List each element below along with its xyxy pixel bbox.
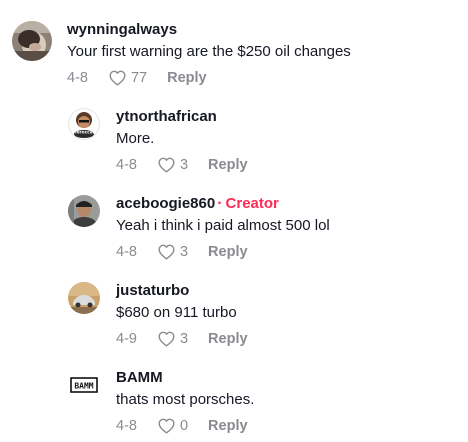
comment-meta: 4-8 77 Reply bbox=[67, 69, 351, 86]
comment-meta: 4-9 3 Reply bbox=[116, 330, 248, 347]
username[interactable]: wynningalways bbox=[67, 21, 177, 38]
comment-text: $680 on 911 turbo bbox=[116, 304, 237, 321]
heart-icon bbox=[158, 157, 175, 173]
like-button[interactable]: 3 bbox=[157, 243, 188, 260]
user-avatar[interactable] bbox=[68, 282, 100, 314]
user-avatar[interactable]: Moroccan bbox=[68, 108, 100, 140]
reply-button[interactable]: Reply bbox=[167, 70, 207, 86]
user-avatar[interactable] bbox=[12, 21, 52, 61]
heart-icon bbox=[158, 331, 175, 347]
username-row: justaturbo bbox=[116, 281, 248, 300]
comment-text: More. bbox=[116, 130, 155, 147]
username[interactable]: ytnorthafrican bbox=[116, 108, 217, 125]
avatar-logo-text: BAMM bbox=[74, 382, 93, 391]
like-count: 77 bbox=[130, 69, 148, 86]
username[interactable]: aceboogie860 bbox=[116, 195, 215, 212]
comment-text: Your first warning are the $250 oil chan… bbox=[67, 43, 351, 60]
username[interactable]: BAMM bbox=[116, 369, 163, 386]
like-button[interactable]: 77 bbox=[108, 69, 147, 86]
heart-icon bbox=[158, 418, 175, 434]
reply-button[interactable]: Reply bbox=[208, 418, 248, 434]
comment-body: ytnorthafrican More. 4-8 3 Reply bbox=[116, 107, 248, 173]
avatar-caption: Moroccan bbox=[72, 130, 95, 136]
comment-date: 4-8 bbox=[67, 69, 88, 86]
comment-body: aceboogie860 · Creator Yeah i think i paid… bbox=[116, 194, 330, 260]
user-avatar[interactable] bbox=[68, 195, 100, 227]
reply-bamm: BAMM BAMM thats most porsches. 4-8 0 Rep… bbox=[68, 368, 254, 434]
comment-date: 4-8 bbox=[116, 156, 137, 173]
reply-ytnorthafrican: Moroccan ytnorthafrican More. 4-8 3 Repl… bbox=[68, 107, 248, 173]
username-row: BAMM bbox=[116, 368, 254, 387]
comment-meta: 4-8 3 Reply bbox=[116, 156, 248, 173]
user-avatar[interactable]: BAMM bbox=[68, 369, 100, 401]
reply-button[interactable]: Reply bbox=[208, 157, 248, 173]
like-button[interactable]: 0 bbox=[157, 417, 188, 434]
comment-date: 4-9 bbox=[116, 330, 137, 347]
comment-body: BAMM thats most porsches. 4-8 0 Reply bbox=[116, 368, 254, 434]
reply-button[interactable]: Reply bbox=[208, 244, 248, 260]
reply-aceboogie860: aceboogie860 · Creator Yeah i think i paid… bbox=[68, 194, 330, 260]
comment-meta: 4-8 0 Reply bbox=[116, 417, 254, 434]
like-count: 3 bbox=[179, 330, 189, 347]
username-row: ytnorthafrican bbox=[116, 107, 248, 126]
username-row: wynningalways bbox=[67, 20, 351, 39]
reply-justaturbo: justaturbo $680 on 911 turbo 4-9 3 Reply bbox=[68, 281, 248, 347]
heart-icon bbox=[109, 70, 126, 86]
comment-meta: 4-8 3 Reply bbox=[116, 243, 330, 260]
heart-icon bbox=[158, 244, 175, 260]
like-button[interactable]: 3 bbox=[157, 330, 188, 347]
separator-dot: · bbox=[217, 195, 223, 212]
like-count: 3 bbox=[179, 243, 189, 260]
comment-wynningalways: wynningalways Your first warning are the… bbox=[12, 20, 351, 86]
comment-body: wynningalways Your first warning are the… bbox=[67, 20, 351, 86]
comment-date: 4-8 bbox=[116, 243, 137, 260]
reply-button[interactable]: Reply bbox=[208, 331, 248, 347]
comment-text: thats most porsches. bbox=[116, 391, 255, 408]
comment-body: justaturbo $680 on 911 turbo 4-9 3 Reply bbox=[116, 281, 248, 347]
like-count: 3 bbox=[179, 156, 189, 173]
username[interactable]: justaturbo bbox=[116, 282, 189, 299]
username-row: aceboogie860 · Creator bbox=[116, 194, 330, 213]
like-button[interactable]: 3 bbox=[157, 156, 188, 173]
like-count: 0 bbox=[179, 417, 189, 434]
comment-date: 4-8 bbox=[116, 417, 137, 434]
creator-badge: Creator bbox=[225, 195, 279, 212]
comment-text: Yeah i think i paid almost 500 lol bbox=[116, 217, 330, 234]
